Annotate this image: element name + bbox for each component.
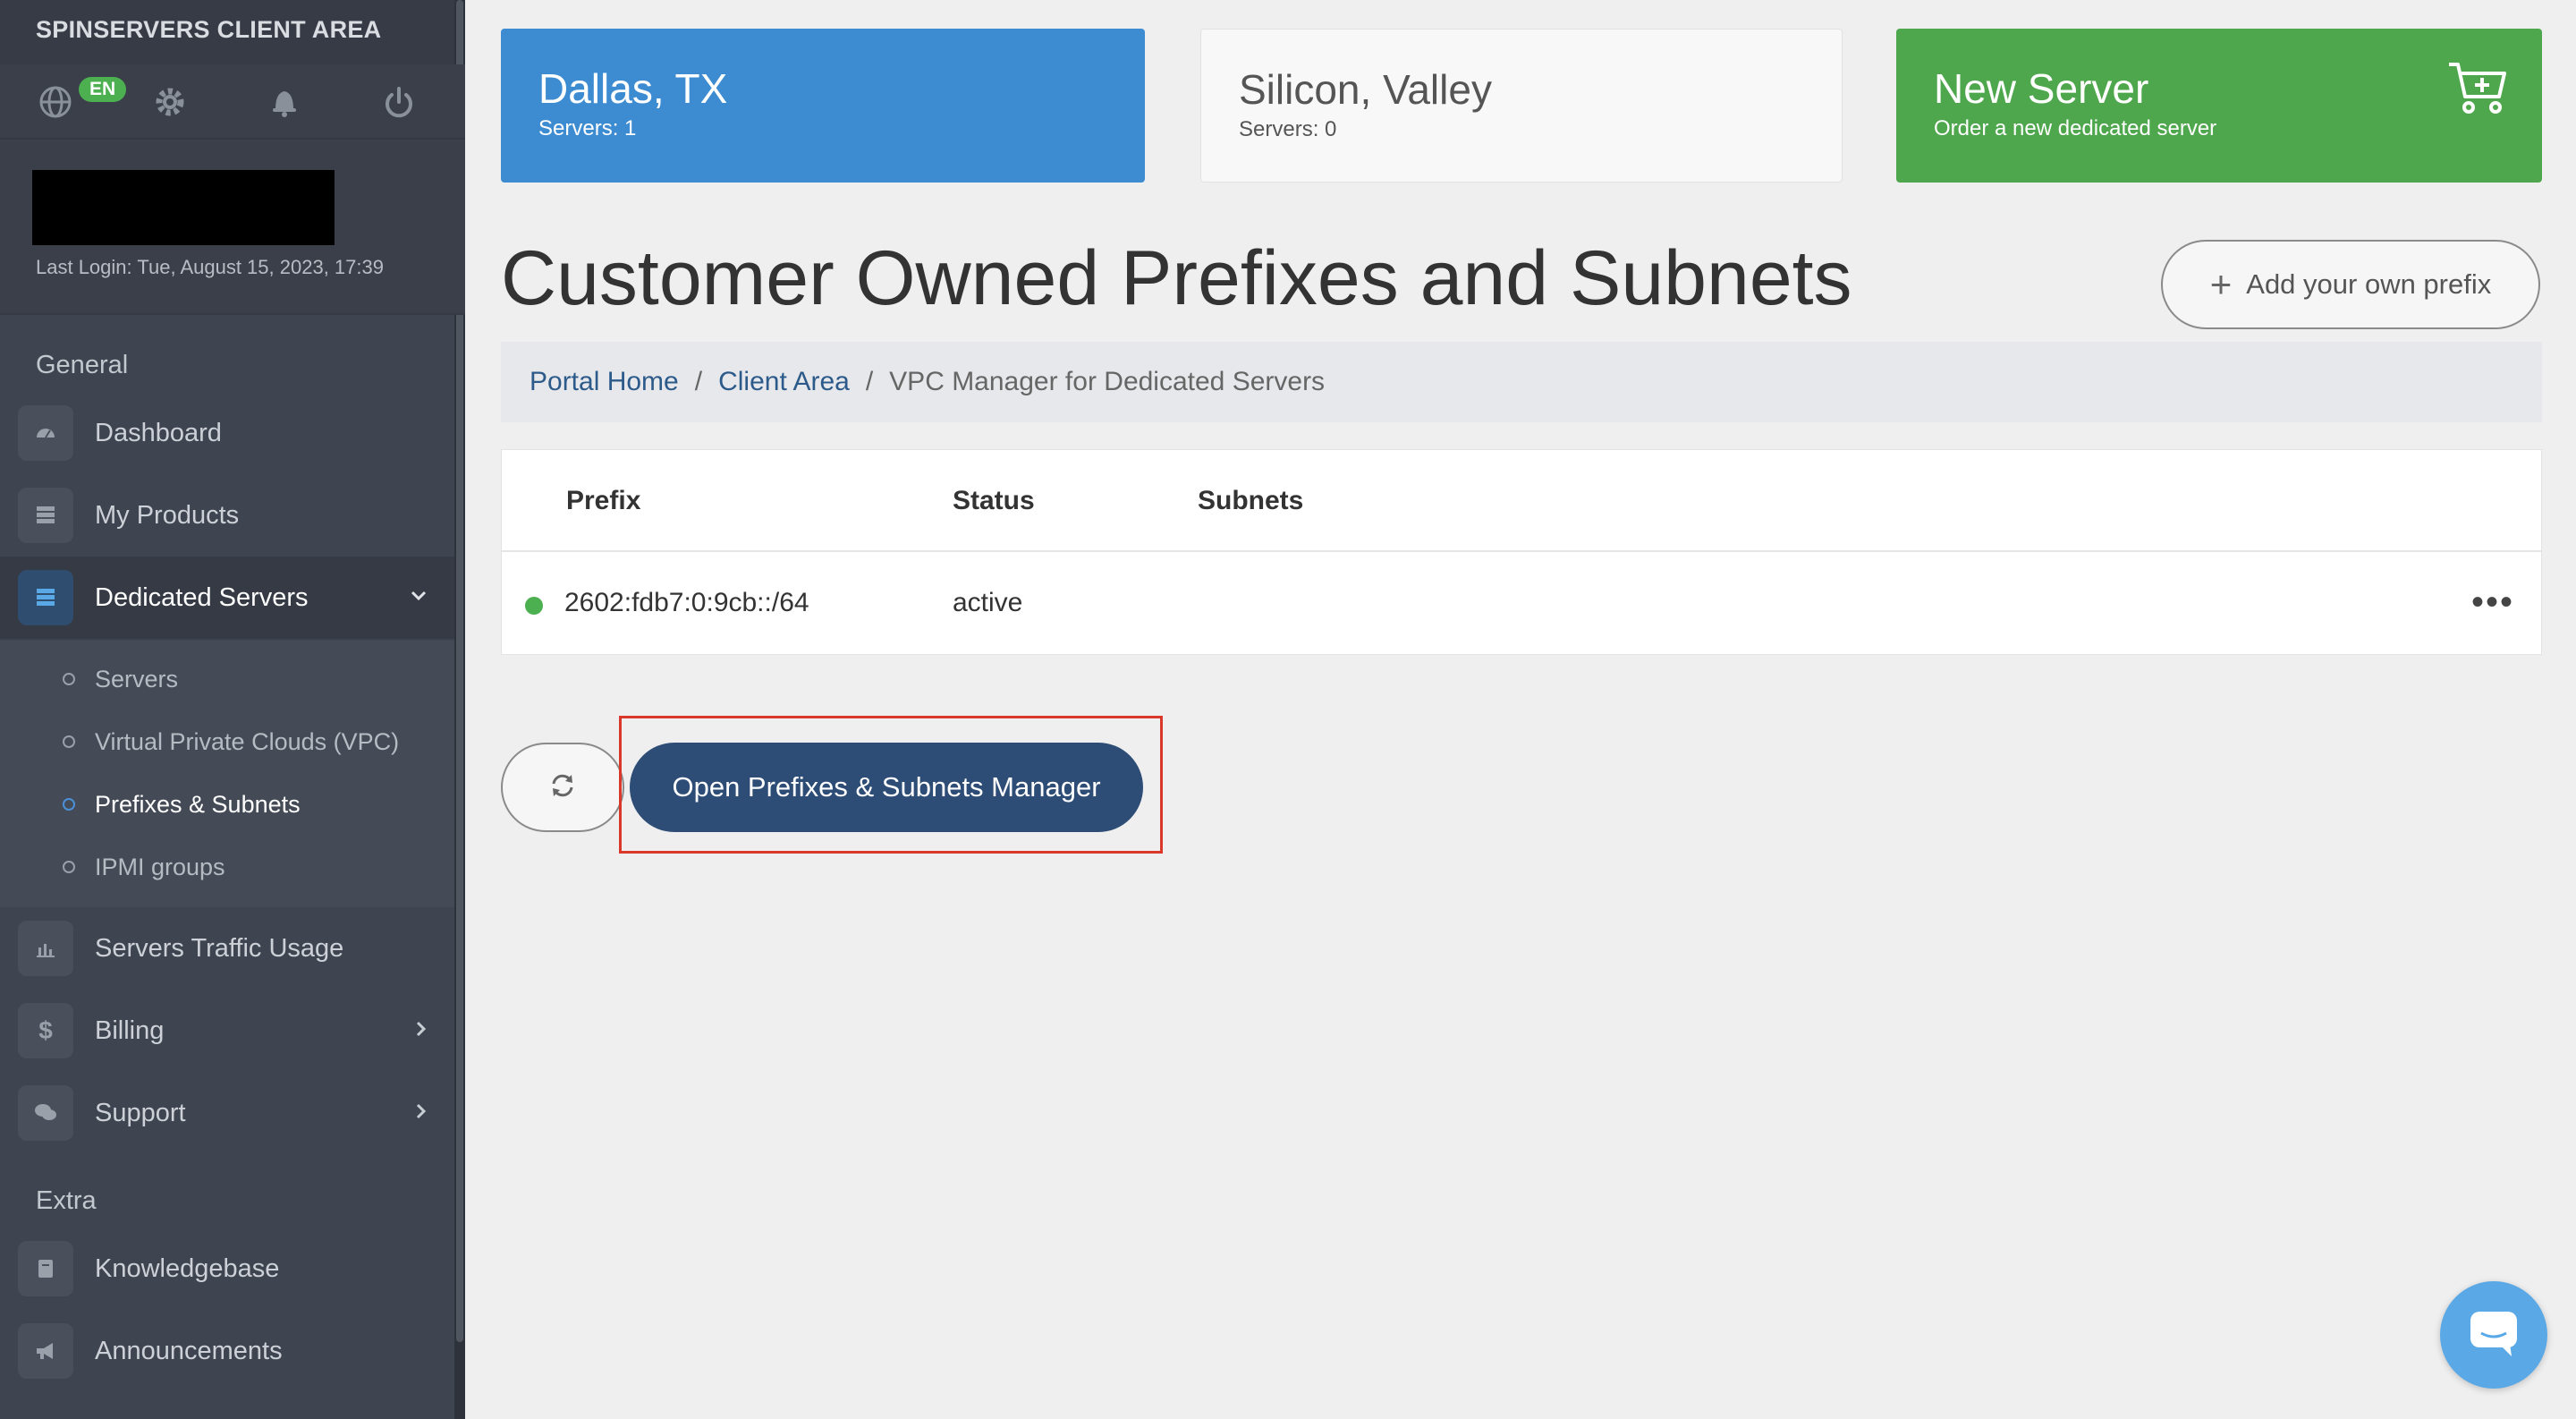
location-card-dallas[interactable]: Dallas, TX Servers: 1 xyxy=(501,29,1145,183)
submenu-item-ipmi[interactable]: IPMI groups xyxy=(0,836,454,898)
add-prefix-label: Add your own prefix xyxy=(2246,268,2492,300)
sidebar-item-label: Dashboard xyxy=(95,418,222,447)
submenu-item-prefixes[interactable]: Prefixes & Subnets xyxy=(0,773,454,836)
dedicated-servers-submenu: Servers Virtual Private Clouds (VPC) Pre… xyxy=(0,641,454,907)
page-title: Customer Owned Prefixes and Subnets xyxy=(501,235,1852,321)
table-header-divider xyxy=(502,550,2541,552)
sidebar-item-label: Knowledgebase xyxy=(95,1253,280,1283)
breadcrumb: Portal Home / Client Area / VPC Manager … xyxy=(501,342,2542,422)
bullet-icon xyxy=(63,735,75,748)
highlight-annotation-box xyxy=(619,716,1163,854)
bullet-icon xyxy=(63,673,75,685)
sidebar-item-dashboard[interactable]: Dashboard xyxy=(0,392,454,474)
sidebar-item-label: My Products xyxy=(95,500,240,530)
chevron-right-icon xyxy=(415,1020,428,1042)
sidebar-item-label: Billing xyxy=(95,1015,165,1045)
user-block: Last Login: Tue, August 15, 2023, 17:39 xyxy=(0,140,465,315)
submenu-item-servers[interactable]: Servers xyxy=(0,648,454,710)
submenu-item-label: Virtual Private Clouds (VPC) xyxy=(95,727,400,755)
comments-icon xyxy=(18,1085,73,1141)
section-extra: Extra xyxy=(36,1186,97,1215)
dollar-icon: $ xyxy=(18,1003,73,1058)
more-options-icon[interactable]: ••• xyxy=(2471,584,2514,620)
breadcrumb-separator: / xyxy=(865,367,874,396)
sidebar-item-label: Support xyxy=(95,1098,186,1127)
card-subtitle: Servers: 1 xyxy=(538,116,637,140)
chevron-down-icon xyxy=(410,590,428,607)
refresh-button[interactable] xyxy=(501,743,624,832)
cell-status: active xyxy=(953,588,1023,617)
bullhorn-icon xyxy=(18,1323,73,1379)
sidebar-item-traffic[interactable]: Servers Traffic Usage xyxy=(0,907,454,990)
card-subtitle: Servers: 0 xyxy=(1239,117,1337,141)
sidebar-item-my-products[interactable]: My Products xyxy=(0,474,454,557)
new-server-card[interactable]: New Server Order a new dedicated server xyxy=(1896,29,2542,183)
bullet-icon xyxy=(63,798,75,811)
submenu-item-label: Prefixes & Subnets xyxy=(95,790,301,818)
bell-icon[interactable] xyxy=(265,82,304,122)
last-login: Last Login: Tue, August 15, 2023, 17:39 xyxy=(36,256,384,278)
server-stack-icon xyxy=(18,488,73,543)
sidebar-icon-bar xyxy=(0,64,465,140)
dashboard-icon xyxy=(18,405,73,461)
sidebar-item-label: Dedicated Servers xyxy=(95,582,309,612)
language-badge[interactable]: EN xyxy=(79,77,127,102)
chat-icon xyxy=(2465,1306,2522,1364)
breadcrumb-current: VPC Manager for Dedicated Servers xyxy=(889,367,1326,396)
server-icon xyxy=(18,570,73,625)
prefixes-table: Prefix Status Subnets 2602:fdb7:0:9cb::/… xyxy=(501,449,2542,655)
sidebar: SPINSERVERS CLIENT AREA EN Last Login: T… xyxy=(0,0,465,1419)
bar-chart-icon xyxy=(18,921,73,976)
cell-prefix: 2602:fdb7:0:9cb::/64 xyxy=(564,588,809,617)
chat-widget-button[interactable] xyxy=(2440,1281,2547,1389)
breadcrumb-separator: / xyxy=(694,367,703,396)
refresh-icon xyxy=(548,771,577,804)
submenu-item-vpc[interactable]: Virtual Private Clouds (VPC) xyxy=(0,710,454,773)
section-general: General xyxy=(36,351,129,379)
gear-icon[interactable] xyxy=(150,82,190,122)
power-icon[interactable] xyxy=(379,82,419,122)
column-header-status[interactable]: Status xyxy=(953,486,1035,516)
cart-plus-icon xyxy=(2447,61,2510,121)
add-prefix-button[interactable]: + Add your own prefix xyxy=(2161,240,2540,329)
breadcrumb-portal-home[interactable]: Portal Home xyxy=(530,367,679,397)
bullet-icon xyxy=(63,861,75,873)
sidebar-item-support[interactable]: Support xyxy=(0,1072,454,1154)
redacted-username xyxy=(32,170,335,245)
location-card-silicon-valley[interactable]: Silicon, Valley Servers: 0 xyxy=(1200,29,1843,183)
sidebar-item-knowledgebase[interactable]: Knowledgebase xyxy=(0,1228,454,1310)
card-title: Dallas, TX xyxy=(538,65,728,112)
chevron-right-icon xyxy=(415,1102,428,1125)
sidebar-item-billing[interactable]: $ Billing xyxy=(0,990,454,1072)
breadcrumb-client-area[interactable]: Client Area xyxy=(718,367,850,397)
book-icon xyxy=(18,1241,73,1296)
column-header-prefix[interactable]: Prefix xyxy=(566,486,640,516)
plus-icon: + xyxy=(2209,263,2233,305)
submenu-item-label: Servers xyxy=(95,665,179,693)
submenu-item-label: IPMI groups xyxy=(95,853,225,880)
card-title: Silicon, Valley xyxy=(1239,66,1492,113)
sidebar-item-dedicated-servers[interactable]: Dedicated Servers xyxy=(0,557,454,639)
sidebar-item-label: Announcements xyxy=(95,1336,283,1365)
column-header-subnets[interactable]: Subnets xyxy=(1198,486,1303,516)
brand-title: SPINSERVERS CLIENT AREA xyxy=(0,0,465,64)
globe-icon[interactable] xyxy=(36,82,75,122)
status-indicator-dot xyxy=(525,597,543,615)
sidebar-item-label: Servers Traffic Usage xyxy=(95,933,344,963)
sidebar-item-announcements[interactable]: Announcements xyxy=(0,1310,454,1392)
